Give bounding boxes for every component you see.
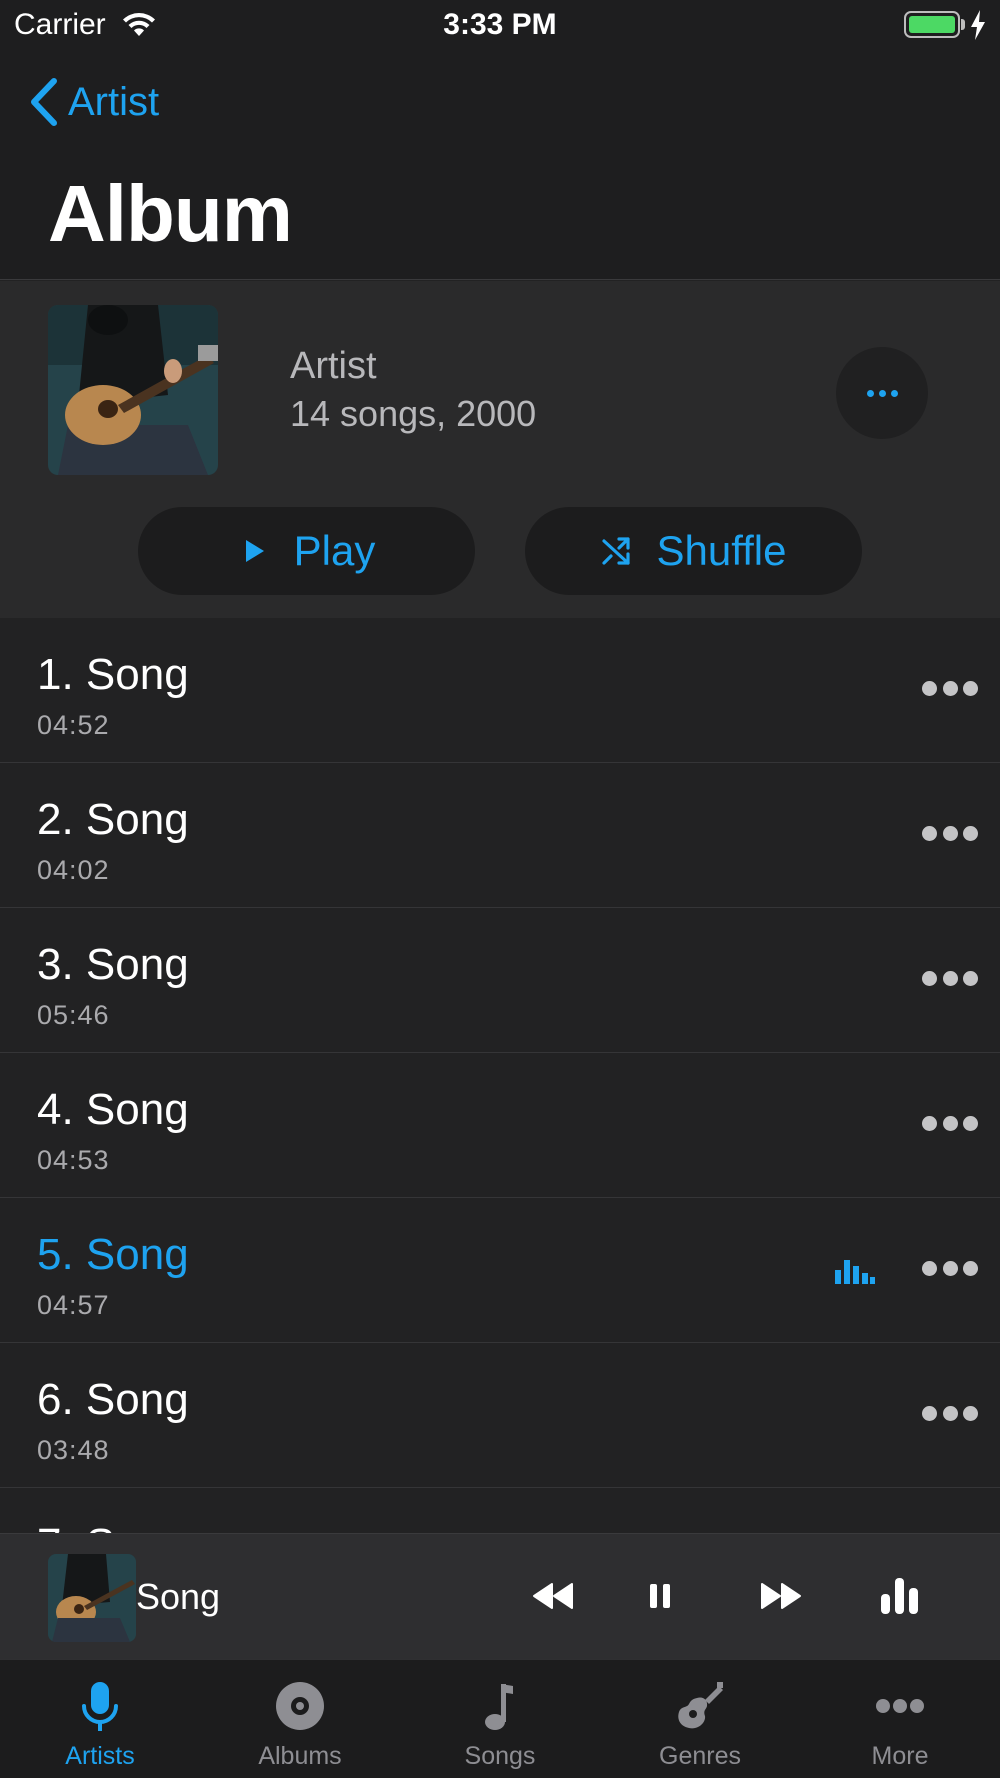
song-duration: 04:53: [37, 1145, 110, 1175]
tab-artists[interactable]: Artists: [0, 1660, 200, 1778]
charging-icon: [971, 10, 985, 40]
rewind-button[interactable]: [526, 1566, 580, 1626]
song-title: 1. Song: [37, 650, 189, 699]
song-row-now-playing[interactable]: 5. Song 04:57: [0, 1198, 1000, 1343]
album-artist[interactable]: Artist: [290, 345, 377, 388]
song-more-button[interactable]: [922, 678, 978, 698]
pause-icon: [650, 1584, 670, 1608]
album-artwork: [48, 305, 218, 475]
chevron-left-icon: [31, 78, 57, 126]
status-bar: Carrier 3:33 PM: [0, 0, 1000, 50]
tab-more[interactable]: More: [800, 1660, 1000, 1778]
song-row[interactable]: 7. Song: [0, 1488, 1000, 1533]
play-label: Play: [293, 527, 376, 574]
song-title: 2. Song: [37, 795, 189, 844]
song-duration: 04:57: [37, 1290, 110, 1320]
navigation-header: Artist Album: [0, 50, 1000, 280]
play-button[interactable]: Play: [138, 507, 475, 595]
ellipsis-dot: [878, 389, 886, 397]
back-label: Artist: [68, 79, 160, 124]
now-playing-artwork: [48, 1554, 136, 1642]
song-more-button[interactable]: [922, 1113, 978, 1133]
song-title: 7. Song: [37, 1520, 189, 1533]
shuffle-label: Shuffle: [656, 527, 787, 574]
rewind-icon: [533, 1583, 573, 1609]
album-more-button[interactable]: [836, 347, 928, 439]
tab-label: Genres: [659, 1742, 741, 1770]
back-button[interactable]: Artist: [28, 74, 159, 130]
battery-nub: [961, 19, 965, 30]
song-row[interactable]: 3. Song 05:46: [0, 908, 1000, 1053]
microphone-icon: [82, 1682, 118, 1731]
disc-icon: [276, 1682, 324, 1730]
now-playing-bars-icon: [835, 1260, 875, 1284]
song-row[interactable]: 1. Song 04:52: [0, 618, 1000, 763]
now-playing-title: Song: [136, 1576, 221, 1617]
tab-label: Albums: [258, 1742, 342, 1770]
mini-player[interactable]: Song: [0, 1533, 1000, 1659]
song-duration: 04:52: [37, 710, 110, 740]
song-title: 3. Song: [37, 940, 189, 989]
audio-levels-icon: [881, 1578, 918, 1614]
album-meta: 14 songs, 2000: [290, 393, 537, 434]
ellipsis-dot: [890, 389, 898, 397]
ellipsis-icon: [876, 1699, 924, 1713]
song-duration: 04:02: [37, 855, 110, 885]
song-duration: 05:46: [37, 1000, 110, 1030]
clock: 3:33 PM: [443, 8, 557, 41]
queue-levels-button[interactable]: [878, 1566, 922, 1626]
song-list[interactable]: 1. Song 04:52 2. Song 04:02 3. Song 05:4…: [0, 618, 1000, 1533]
song-title: 6. Song: [37, 1375, 189, 1424]
tab-albums[interactable]: Albums: [200, 1660, 400, 1778]
song-duration: 03:48: [37, 1435, 110, 1465]
tab-label: Songs: [464, 1742, 536, 1770]
song-more-button[interactable]: [922, 823, 978, 843]
tab-bar: Artists Albums Songs Genres More: [0, 1659, 1000, 1778]
fast-forward-icon: [761, 1583, 801, 1609]
song-more-button[interactable]: [922, 968, 978, 988]
pause-button[interactable]: [642, 1566, 678, 1626]
song-title: 5. Song: [37, 1230, 189, 1279]
song-row[interactable]: 4. Song 04:53: [0, 1053, 1000, 1198]
tab-songs[interactable]: Songs: [400, 1660, 600, 1778]
tab-label: Artists: [65, 1742, 135, 1770]
song-more-button[interactable]: [922, 1403, 978, 1423]
fast-forward-button[interactable]: [754, 1566, 808, 1626]
song-row[interactable]: 2. Song 04:02: [0, 763, 1000, 908]
battery-icon: [904, 11, 960, 38]
page-title: Album: [48, 169, 293, 258]
tab-label: More: [871, 1742, 929, 1770]
tab-genres[interactable]: Genres: [600, 1660, 800, 1778]
play-icon: [245, 540, 264, 562]
song-row[interactable]: 6. Song 03:48: [0, 1343, 1000, 1488]
album-header: Artist 14 songs, 2000 Play Shuffle: [0, 281, 1000, 618]
song-title: 4. Song: [37, 1085, 189, 1134]
guitar-icon: [678, 1682, 723, 1729]
shuffle-button[interactable]: Shuffle: [525, 507, 862, 595]
ellipsis-dot: [866, 389, 874, 397]
song-more-button[interactable]: [922, 1258, 978, 1278]
music-note-icon: [485, 1684, 513, 1730]
shuffle-icon: [601, 537, 630, 565]
